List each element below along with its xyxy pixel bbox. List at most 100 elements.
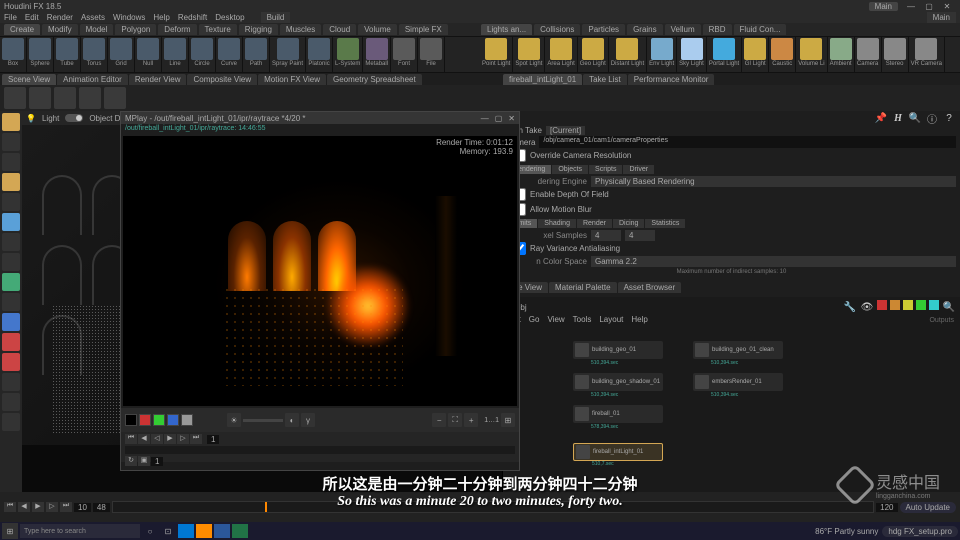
- shelf-tab[interactable]: Rigging: [239, 24, 278, 35]
- shelf-tool[interactable]: Metaball: [363, 37, 391, 72]
- shelf-tab[interactable]: Deform: [158, 24, 196, 35]
- camera-path[interactable]: /obj/camera_01/cam1/cameraProperties: [539, 136, 956, 148]
- shelf-tool[interactable]: Portal Light: [707, 37, 742, 72]
- shelf-tool[interactable]: File: [418, 37, 445, 72]
- explorer-icon[interactable]: [178, 524, 194, 538]
- swatch-alpha[interactable]: [181, 414, 193, 426]
- lasso-tool-icon[interactable]: [2, 133, 20, 151]
- mplay-titlebar[interactable]: MPlay - /out/fireball_intLight_01/ipr/ra…: [121, 112, 519, 124]
- tl-prev-icon[interactable]: ◀: [18, 502, 30, 512]
- shelf-tab[interactable]: Polygon: [115, 24, 156, 35]
- param-subtab[interactable]: Shading: [538, 219, 576, 228]
- flag-red-icon[interactable]: [877, 300, 887, 310]
- mplay-slider[interactable]: [125, 446, 515, 454]
- handle-tool-icon[interactable]: [2, 173, 20, 191]
- shelf-tool[interactable]: Null: [135, 37, 162, 72]
- engine-dropdown[interactable]: Physically Based Rendering: [591, 176, 956, 187]
- cortana-icon[interactable]: ○: [142, 524, 158, 538]
- swatch-blue[interactable]: [167, 414, 179, 426]
- shelf-tool[interactable]: Box: [0, 37, 27, 72]
- param-subtab[interactable]: Render: [577, 219, 612, 228]
- houdini-icon[interactable]: H: [891, 111, 905, 125]
- mplay-close-icon[interactable]: ✕: [508, 114, 515, 123]
- shelf-tool[interactable]: Tube: [54, 37, 81, 72]
- pane-tab[interactable]: Composite View: [187, 74, 257, 85]
- last-frame-icon[interactable]: ⏭: [190, 434, 202, 444]
- shelf-tool[interactable]: Caustic: [769, 37, 796, 72]
- shelf-tab[interactable]: Modify: [42, 24, 78, 35]
- flag-green-icon[interactable]: [916, 300, 926, 310]
- param-subtab[interactable]: Dicing: [613, 219, 644, 228]
- taskview-icon[interactable]: ⊡: [160, 524, 176, 538]
- shelf-tab[interactable]: Texture: [199, 24, 237, 35]
- select-tool-icon[interactable]: [2, 113, 20, 131]
- pane-tab[interactable]: Animation Editor: [57, 74, 128, 85]
- menu-windows[interactable]: Windows: [113, 13, 145, 22]
- range-start[interactable]: 1: [151, 457, 163, 466]
- swatch-black[interactable]: [125, 414, 137, 426]
- tl-first-icon[interactable]: ⏮: [4, 502, 16, 512]
- menu-render[interactable]: Render: [47, 13, 73, 22]
- next-frame-icon[interactable]: ▷: [177, 434, 189, 444]
- wrench-icon[interactable]: 🔧: [843, 300, 857, 314]
- translate-tool-icon[interactable]: [2, 213, 20, 231]
- param-subtab[interactable]: Statistics: [645, 219, 685, 228]
- snap-icon[interactable]: [4, 87, 26, 109]
- shelf-tool[interactable]: Env Light: [647, 37, 677, 72]
- shelf-tab[interactable]: Lights an...: [481, 24, 532, 35]
- menu-edit[interactable]: Edit: [25, 13, 39, 22]
- snap-point-icon[interactable]: [2, 353, 20, 371]
- flag-cyan-icon[interactable]: [929, 300, 939, 310]
- shelf-tab[interactable]: Volume: [358, 24, 397, 35]
- play-back-icon[interactable]: ◁: [151, 434, 163, 444]
- play-fwd-icon[interactable]: ▶: [164, 434, 176, 444]
- netview-menu[interactable]: View: [547, 315, 564, 324]
- shelf-tool[interactable]: Stereo: [882, 37, 909, 72]
- brightness-slider[interactable]: [243, 419, 283, 422]
- samples-x[interactable]: 4: [591, 230, 621, 241]
- pane-tab[interactable]: Motion FX View: [258, 74, 326, 85]
- tl-start-field[interactable]: 10: [74, 503, 91, 512]
- layout-tag[interactable]: Main: [869, 2, 898, 11]
- menu-file[interactable]: File: [4, 13, 17, 22]
- shelf-tab[interactable]: Collisions: [534, 24, 580, 35]
- scale-tool-icon[interactable]: [2, 253, 20, 271]
- pane-tab[interactable]: Take List: [583, 74, 627, 85]
- mplay-min-icon[interactable]: —: [481, 114, 489, 123]
- move-tool-icon[interactable]: [2, 193, 20, 211]
- shelf-tab[interactable]: Cloud: [323, 24, 356, 35]
- shelf-tab[interactable]: RBD: [703, 24, 732, 35]
- shelf-tab[interactable]: Particles: [582, 24, 625, 35]
- tl-end-field[interactable]: 120: [876, 503, 897, 512]
- eye-icon[interactable]: 👁: [860, 300, 874, 314]
- zoom-fit-icon[interactable]: ⛶: [448, 413, 462, 427]
- tl-next-icon[interactable]: ▷: [46, 502, 58, 512]
- tl-last-icon[interactable]: ⏭: [60, 502, 72, 512]
- auto-update[interactable]: Auto Update: [900, 502, 956, 513]
- prev-frame-icon[interactable]: ◀: [138, 434, 150, 444]
- shade-icon[interactable]: [104, 87, 126, 109]
- shelf-tool[interactable]: Volume Li: [796, 37, 827, 72]
- build-dropdown[interactable]: Build: [261, 12, 291, 23]
- menu-redshift[interactable]: Redshift: [178, 13, 207, 22]
- light-toggle[interactable]: [65, 114, 83, 122]
- menu-help[interactable]: Help: [153, 13, 169, 22]
- param-tab[interactable]: Scripts: [589, 165, 622, 174]
- snap-grid-icon[interactable]: [2, 393, 20, 411]
- cspace-dropdown[interactable]: Gamma 2.2: [591, 256, 956, 267]
- shelf-tool[interactable]: Sky Light: [677, 37, 707, 72]
- layout-main[interactable]: Main: [927, 12, 956, 23]
- network-node[interactable]: fireball_01578,394.sec: [573, 405, 663, 423]
- network-node[interactable]: building_geo_01510,394.sec: [573, 341, 663, 359]
- first-frame-icon[interactable]: ⏮: [125, 434, 137, 444]
- frame-field[interactable]: 1: [207, 435, 219, 444]
- zoom-net-icon[interactable]: 🔍: [942, 300, 956, 314]
- shelf-tool[interactable]: Platonic: [306, 37, 333, 72]
- shelf-tab[interactable]: Muscles: [280, 24, 321, 35]
- netview-menu[interactable]: Tools: [573, 315, 592, 324]
- network-node[interactable]: building_geo_shadow_01510,394.sec: [573, 373, 663, 391]
- shelf-tool[interactable]: Point Light: [480, 37, 513, 72]
- network-node[interactable]: building_geo_01_clean510,394.sec: [693, 341, 783, 359]
- contrast-icon[interactable]: ◐: [285, 413, 299, 427]
- flag-orange-icon[interactable]: [890, 300, 900, 310]
